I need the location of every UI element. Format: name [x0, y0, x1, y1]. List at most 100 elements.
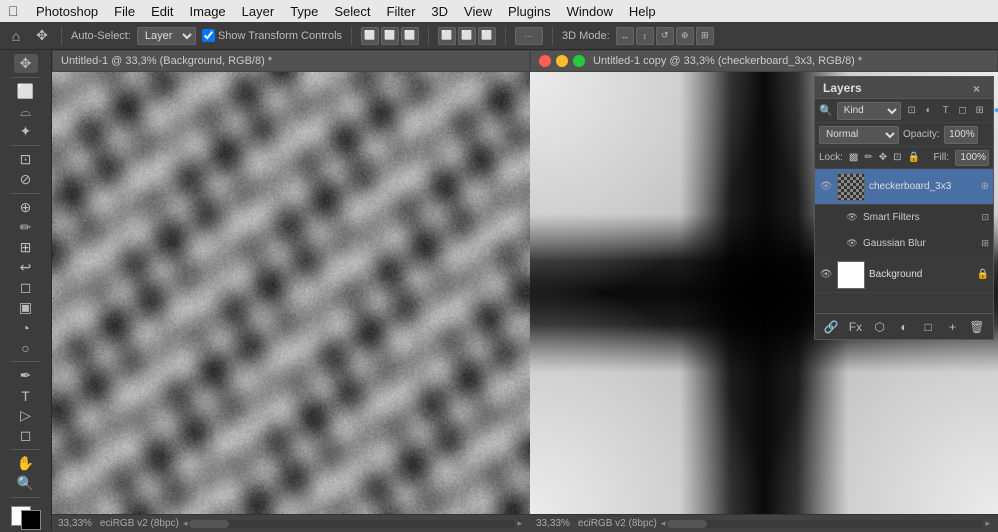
layers-panel-close[interactable]: × — [973, 82, 985, 94]
filter-adjustment-icon[interactable]: ◐ — [922, 104, 936, 118]
menu-3d[interactable]: 3D — [425, 2, 454, 21]
layer-lock-background: 🔒 — [977, 269, 989, 280]
align-left-btn[interactable]: ⬜ — [361, 27, 379, 45]
distribute-top-btn[interactable]: ⬜ — [438, 27, 456, 45]
doc1-scroll-arrow-right[interactable]: ▸ — [517, 518, 522, 529]
doc1-scroll-thumb[interactable] — [189, 520, 229, 528]
lasso-tool[interactable]: ⌓ — [14, 102, 38, 121]
blur-tool[interactable]: ◔ — [14, 318, 38, 337]
transform-controls-label[interactable]: Show Transform Controls — [202, 29, 342, 42]
layers-blend-mode-select[interactable]: Normal Dissolve Multiply Screen Overlay — [819, 126, 899, 144]
menu-photoshop[interactable]: Photoshop — [30, 2, 104, 21]
menu-edit[interactable]: Edit — [145, 2, 179, 21]
lock-artboard-icon[interactable]: ⊡ — [893, 152, 901, 163]
close-traffic-light[interactable] — [539, 55, 551, 67]
background-color[interactable] — [21, 510, 41, 530]
sublayer-eye-gaussian-blur[interactable]: 👁 — [845, 237, 859, 251]
path-select-tool[interactable]: ▷ — [14, 406, 38, 425]
history-brush[interactable]: ↩ — [14, 258, 38, 277]
home-icon[interactable]: ⌂ — [6, 26, 26, 46]
distribute-center-btn[interactable]: ⬜ — [458, 27, 476, 45]
transform-controls-checkbox[interactable] — [202, 29, 215, 42]
menu-help[interactable]: Help — [623, 2, 662, 21]
doc2-scroll-thumb[interactable] — [667, 520, 707, 528]
distribute-bottom-btn[interactable]: ⬜ — [478, 27, 496, 45]
dodge-tool[interactable]: ○ — [14, 338, 38, 357]
opacity-input[interactable] — [944, 126, 978, 144]
doc2-scroll-arrow-left[interactable]: ◂ — [661, 518, 666, 529]
more-options-btn[interactable]: ··· — [515, 27, 543, 45]
move-tool[interactable]: ✥ — [14, 54, 38, 73]
filter-pixel-icon[interactable]: ⊡ — [905, 104, 919, 118]
doc1-canvas[interactable] — [52, 72, 530, 514]
shape-tool[interactable]: ◻ — [14, 426, 38, 445]
menu-image[interactable]: Image — [184, 2, 232, 21]
menu-window[interactable]: Window — [561, 2, 619, 21]
layers-spacer — [815, 293, 993, 313]
filter-type-icon[interactable]: T — [939, 104, 953, 118]
align-center-btn[interactable]: ⬜ — [381, 27, 399, 45]
doc1-scrollbar[interactable] — [189, 520, 515, 528]
filter-smart-icon[interactable]: ⊞ — [973, 104, 987, 118]
doc1-scroll-arrow-left[interactable]: ◂ — [183, 518, 188, 529]
layer-eye-checkerboard[interactable]: 👁 — [819, 180, 833, 194]
sublayer-smart-filters: 👁 Smart Filters ⊡ — [815, 205, 993, 231]
layers-kind-select[interactable]: Kind Name Effect Mode Attribute Color — [837, 102, 901, 120]
tool-divider-4 — [11, 361, 41, 362]
divider-2 — [351, 27, 352, 45]
3d-btn4[interactable]: ⊕ — [676, 27, 694, 45]
3d-btn3[interactable]: ↺ — [656, 27, 674, 45]
eyedropper-tool[interactable]: ⊘ — [14, 170, 38, 189]
menu-file[interactable]: File — [108, 2, 141, 21]
lock-move-icon[interactable]: ✥ — [879, 152, 887, 163]
clone-tool[interactable]: ⊞ — [14, 238, 38, 257]
color-swatch[interactable] — [11, 506, 41, 530]
lock-transparent-icon[interactable]: ▩ — [849, 152, 858, 163]
3d-btn2[interactable]: ↕ — [636, 27, 654, 45]
eraser-tool[interactable]: ◻ — [14, 278, 38, 297]
menu-type[interactable]: Type — [284, 2, 324, 21]
menu-plugins[interactable]: Plugins — [502, 2, 557, 21]
layers-fx-icon[interactable]: Fx — [846, 318, 864, 336]
layers-group-icon[interactable]: □ — [919, 318, 937, 336]
marquee-tool[interactable]: ⬜ — [14, 82, 38, 101]
filter-toggle-icon[interactable]: ● — [990, 104, 998, 118]
menu-filter[interactable]: Filter — [381, 2, 422, 21]
layer-row-checkerboard[interactable]: 👁 checkerboard_3x3 ⊕ — [815, 169, 993, 205]
doc2-scrollbar[interactable] — [667, 520, 983, 528]
pen-tool[interactable]: ✒ — [14, 366, 38, 385]
fill-input[interactable] — [955, 150, 989, 166]
divider-5 — [552, 27, 553, 45]
move-tool-icon[interactable]: ✥ — [32, 26, 52, 46]
3d-btn1[interactable]: ↔ — [616, 27, 634, 45]
layers-delete-icon[interactable]: 🗑 — [968, 318, 986, 336]
crop-tool[interactable]: ⊡ — [14, 150, 38, 169]
layer-eye-background[interactable]: 👁 — [819, 268, 833, 282]
sublayer-eye-smart-filters[interactable]: 👁 — [845, 211, 859, 225]
doc2-title: Untitled-1 copy @ 33,3% (checkerboard_3x… — [593, 55, 862, 67]
minimize-traffic-light[interactable] — [556, 55, 568, 67]
brush-tool[interactable]: ✏ — [14, 218, 38, 237]
lock-brush-icon[interactable]: ✏ — [864, 152, 872, 163]
layer-row-background[interactable]: 👁 Background 🔒 — [815, 257, 993, 293]
filter-shape-icon[interactable]: ◻ — [956, 104, 970, 118]
wand-tool[interactable]: ✦ — [14, 122, 38, 141]
gradient-tool[interactable]: ▣ — [14, 298, 38, 317]
3d-btn5[interactable]: ⊞ — [696, 27, 714, 45]
zoom-tool[interactable]: 🔍 — [14, 474, 38, 493]
layers-mask-icon[interactable]: ⬡ — [871, 318, 889, 336]
menu-layer[interactable]: Layer — [236, 2, 281, 21]
text-tool[interactable]: T — [14, 386, 38, 405]
layers-adjustment-icon[interactable]: ◐ — [895, 318, 913, 336]
lock-all-icon[interactable]: 🔒 — [908, 152, 920, 163]
layers-link-icon[interactable]: 🔗 — [822, 318, 840, 336]
menu-view[interactable]: View — [458, 2, 498, 21]
zoom-traffic-light[interactable] — [573, 55, 585, 67]
hand-tool[interactable]: ✋ — [14, 454, 38, 473]
menu-select[interactable]: Select — [328, 2, 376, 21]
doc2-scroll-arrow-right[interactable]: ▸ — [985, 518, 990, 529]
heal-tool[interactable]: ⊕ — [14, 198, 38, 217]
auto-select-dropdown[interactable]: Layer Group — [137, 27, 196, 45]
align-right-btn[interactable]: ⬜ — [401, 27, 419, 45]
layers-new-layer-icon[interactable]: + — [944, 318, 962, 336]
